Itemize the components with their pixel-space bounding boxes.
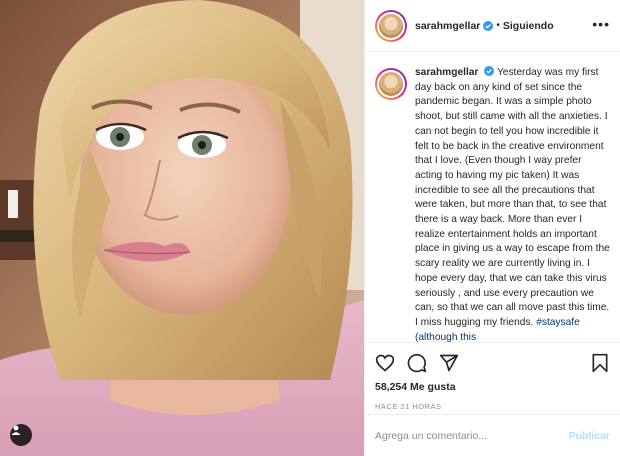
avatar[interactable]	[375, 68, 407, 100]
post-photo[interactable]	[0, 0, 364, 456]
selfie-image	[0, 0, 364, 456]
save-button[interactable]	[590, 353, 610, 373]
post-header: sarahmgellar • Siguiendo •••	[365, 0, 620, 52]
action-bar: 58,254 Me gusta HACE 21 HORAS	[365, 342, 620, 411]
more-options-button[interactable]: •••	[592, 17, 610, 33]
instagram-post: sarahmgellar • Siguiendo ••• sarahmgella…	[0, 0, 620, 456]
comment-input[interactable]	[375, 429, 569, 442]
share-button[interactable]	[439, 353, 459, 373]
following-button[interactable]: Siguiendo	[503, 20, 554, 32]
verified-badge-icon	[483, 20, 494, 31]
comment-icon	[407, 353, 427, 373]
heart-icon	[375, 354, 395, 372]
avatar[interactable]	[375, 9, 407, 42]
like-button[interactable]	[375, 353, 395, 373]
verified-badge-icon	[484, 66, 495, 76]
caption: sarahmgellar Yesterday was my first day …	[415, 66, 610, 342]
share-icon	[439, 354, 459, 372]
comment-button[interactable]	[407, 353, 427, 373]
hashtag-link[interactable]: #staysafe	[536, 317, 580, 328]
post-timestamp: HACE 21 HORAS	[375, 402, 442, 411]
username-link[interactable]: sarahmgellar	[415, 20, 480, 32]
bookmark-icon	[592, 353, 608, 373]
post-sidebar: sarahmgellar • Siguiendo ••• sarahmgella…	[364, 0, 620, 456]
caption-text: Yesterday was my first day back on any k…	[415, 67, 610, 328]
caption-username[interactable]: sarahmgellar	[415, 67, 478, 78]
user-tag-button[interactable]	[10, 424, 32, 446]
comment-form: Publicar	[365, 414, 620, 456]
user-tag-icon	[11, 425, 21, 435]
caption-tail: (although this	[415, 331, 477, 342]
publish-button[interactable]: Publicar	[569, 430, 610, 442]
separator-dot: •	[496, 20, 500, 31]
caption-area: sarahmgellar Yesterday was my first day …	[365, 52, 620, 342]
likes-count[interactable]: 58,254 Me gusta	[375, 381, 610, 393]
